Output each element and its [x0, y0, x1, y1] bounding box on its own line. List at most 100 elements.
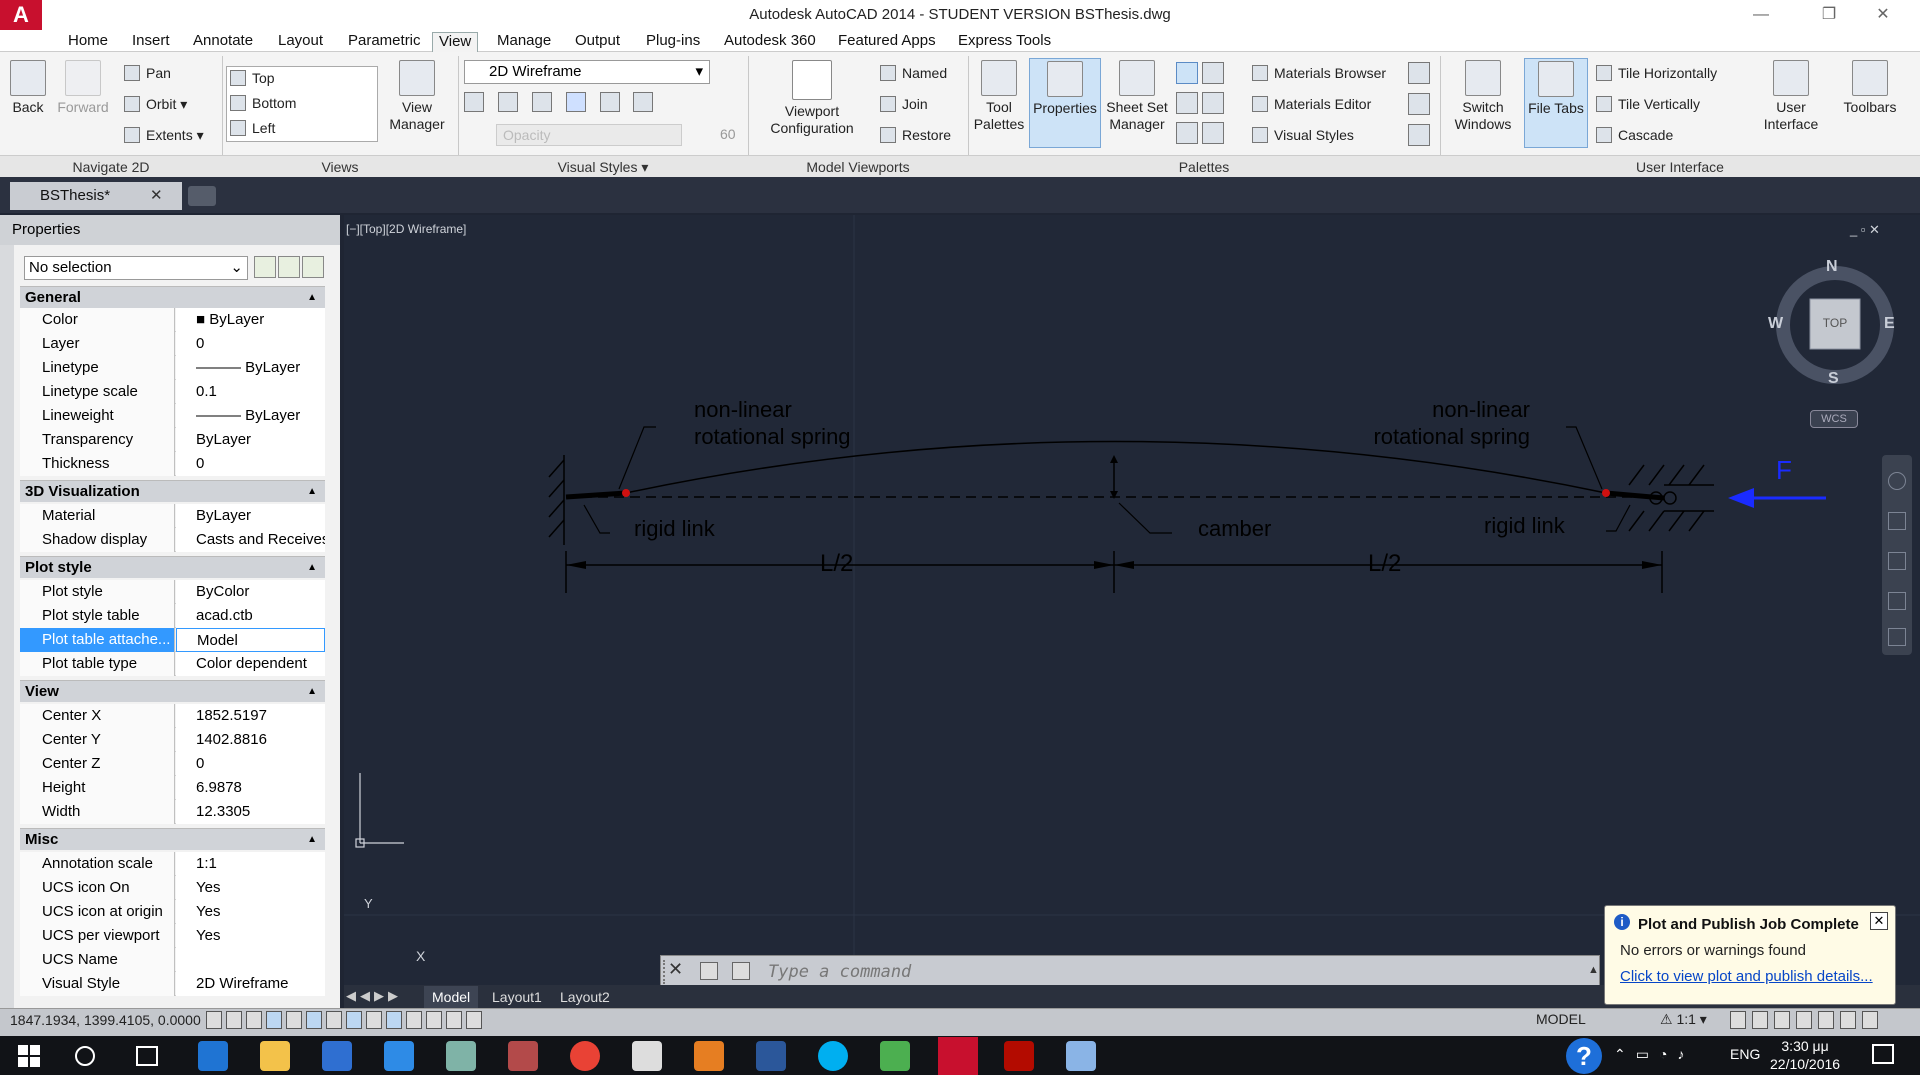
- property-row[interactable]: Linetype scale 0.1: [20, 380, 325, 404]
- tool-palettes-button[interactable]: Tool Palettes: [970, 60, 1028, 133]
- tab-insert[interactable]: Insert: [126, 32, 176, 52]
- property-row[interactable]: Annotation scale 1:1: [20, 852, 325, 876]
- plot-details-link[interactable]: Click to view plot and publish details..…: [1620, 968, 1873, 985]
- property-value[interactable]: 2D Wireframe: [176, 972, 325, 996]
- quick-properties-icon[interactable]: [446, 1011, 462, 1029]
- markup-icon[interactable]: [1176, 92, 1198, 114]
- property-value[interactable]: ——— ByLayer: [176, 404, 325, 428]
- tab-manage[interactable]: Manage: [491, 32, 557, 52]
- osnap-icon[interactable]: [306, 1011, 322, 1029]
- chrome-icon[interactable]: [570, 1041, 600, 1071]
- viewcube-face-label[interactable]: TOP: [1820, 316, 1850, 330]
- selection-cycling-icon[interactable]: [466, 1011, 482, 1029]
- model-space-toggle[interactable]: MODEL: [1536, 1011, 1586, 1027]
- snipping-tool-icon[interactable]: [508, 1041, 538, 1071]
- property-row[interactable]: Layer 0: [20, 332, 325, 356]
- pan-button[interactable]: Pan: [124, 62, 171, 84]
- property-value[interactable]: acad.ctb: [176, 604, 325, 628]
- transparency-icon[interactable]: [426, 1011, 442, 1029]
- ortho-icon[interactable]: [266, 1011, 282, 1029]
- tab-model[interactable]: Model: [424, 986, 479, 1008]
- palette-extra-tools[interactable]: [1408, 62, 1430, 148]
- restore-viewport-button[interactable]: Restore: [880, 124, 951, 146]
- notification-close-button[interactable]: ✕: [1870, 912, 1888, 930]
- property-row[interactable]: UCS icon at origin Yes: [20, 900, 325, 924]
- drawing-area[interactable]: [344, 215, 1920, 1010]
- hardware-acceleration-icon[interactable]: [1818, 1011, 1834, 1029]
- view-top[interactable]: Top: [230, 67, 275, 89]
- extents-button[interactable]: Extents ▾: [124, 124, 204, 146]
- property-row[interactable]: Center Z0: [20, 752, 325, 776]
- property-row[interactable]: Height 6.9878: [20, 776, 325, 800]
- property-row[interactable]: Plot style ByColor: [20, 580, 325, 604]
- new-tab-button[interactable]: [188, 186, 216, 206]
- view-bottom[interactable]: Bottom: [230, 92, 296, 114]
- cascade-button[interactable]: Cascade: [1596, 124, 1673, 146]
- acrobat-icon[interactable]: [1004, 1041, 1034, 1071]
- compass-south[interactable]: S: [1828, 370, 1839, 388]
- otrack-icon[interactable]: [346, 1011, 362, 1029]
- edge-browser-icon[interactable]: [198, 1041, 228, 1071]
- property-value[interactable]: ByColor: [176, 580, 325, 604]
- property-value[interactable]: 1852.5197: [176, 704, 325, 728]
- status-tray[interactable]: [1730, 1011, 1900, 1031]
- quick-select-icon[interactable]: [302, 256, 324, 278]
- layout-nav-arrows[interactable]: ◀◀▶▶: [346, 988, 402, 1004]
- system-tray-icons[interactable]: ⌃▭◔♪: [1614, 1046, 1694, 1063]
- tab-layout[interactable]: Layout: [272, 32, 329, 52]
- store-icon[interactable]: [322, 1041, 352, 1071]
- property-value[interactable]: ■ ByLayer: [176, 308, 325, 332]
- property-value[interactable]: Color dependent: [176, 652, 325, 676]
- search-icon[interactable]: [75, 1046, 95, 1066]
- start-button[interactable]: [18, 1045, 40, 1067]
- language-indicator[interactable]: ENG: [1730, 1046, 1760, 1062]
- notes-icon[interactable]: [1066, 1041, 1096, 1071]
- property-row[interactable]: Color ■ ByLayer: [20, 308, 325, 332]
- design-center-icon[interactable]: [1202, 122, 1224, 144]
- property-value[interactable]: 0.1: [176, 380, 325, 404]
- drafting-toggles[interactable]: [206, 1011, 496, 1031]
- isolate-objects-icon[interactable]: [1840, 1011, 1856, 1029]
- viewport-window-controls[interactable]: _ ▫ ✕: [1850, 222, 1880, 238]
- word-icon[interactable]: [756, 1041, 786, 1071]
- table-icon[interactable]: [1176, 122, 1198, 144]
- back-button[interactable]: Back: [6, 60, 50, 116]
- help-icon[interactable]: ?: [1566, 1038, 1602, 1074]
- opacity-slider[interactable]: Opacity: [496, 124, 682, 146]
- viewport-configuration-button[interactable]: Viewport Configuration: [760, 60, 864, 137]
- tab-autodesk-360[interactable]: Autodesk 360: [718, 32, 822, 52]
- infer-constraints-icon[interactable]: [206, 1011, 222, 1029]
- properties-button[interactable]: Properties: [1029, 58, 1101, 148]
- section-view[interactable]: View ▲: [20, 680, 325, 702]
- visual-style-dropdown[interactable]: 2D Wireframe ▾: [464, 60, 710, 84]
- wrench-icon[interactable]: [700, 962, 718, 980]
- palette-grip[interactable]: [0, 245, 14, 1010]
- tab-featured-apps[interactable]: Featured Apps: [832, 32, 942, 52]
- tab-express-tools[interactable]: Express Tools: [952, 32, 1057, 52]
- dashboard-icon[interactable]: [1176, 62, 1198, 84]
- property-value[interactable]: 0: [176, 752, 325, 776]
- zoom-icon[interactable]: [1888, 552, 1906, 570]
- property-row-selected[interactable]: Plot table attache... Model: [20, 628, 325, 652]
- section-misc[interactable]: Misc ▲: [20, 828, 325, 850]
- property-value[interactable]: 0: [176, 452, 325, 476]
- advanced-render-icon[interactable]: [1408, 124, 1430, 146]
- property-value[interactable]: ByLayer: [176, 504, 325, 528]
- property-row[interactable]: Visual Style 2D Wireframe: [20, 972, 325, 996]
- view-left[interactable]: Left: [230, 117, 275, 139]
- calculator-app-icon[interactable]: [632, 1041, 662, 1071]
- wcs-menu[interactable]: WCS: [1810, 410, 1858, 428]
- lineweight-icon[interactable]: [406, 1011, 422, 1029]
- property-value[interactable]: 1402.8816: [176, 728, 325, 752]
- property-row[interactable]: Shadow displayCasts and Receives S...: [20, 528, 325, 552]
- task-view-icon[interactable]: [136, 1046, 158, 1066]
- command-history-icon[interactable]: ▲: [1588, 964, 1599, 976]
- ducs-icon[interactable]: [366, 1011, 382, 1029]
- view-manager-button[interactable]: View Manager: [386, 60, 448, 133]
- section-general[interactable]: General ▲: [20, 286, 325, 308]
- command-close-icon[interactable]: ✕: [668, 959, 683, 980]
- cursor-coordinates[interactable]: 1847.1934, 1399.4105, 0.0000: [10, 1012, 201, 1028]
- property-row[interactable]: Transparency ByLayer: [20, 428, 325, 452]
- dyn-icon[interactable]: [386, 1011, 402, 1029]
- materials-editor-button[interactable]: Materials Editor: [1252, 93, 1371, 115]
